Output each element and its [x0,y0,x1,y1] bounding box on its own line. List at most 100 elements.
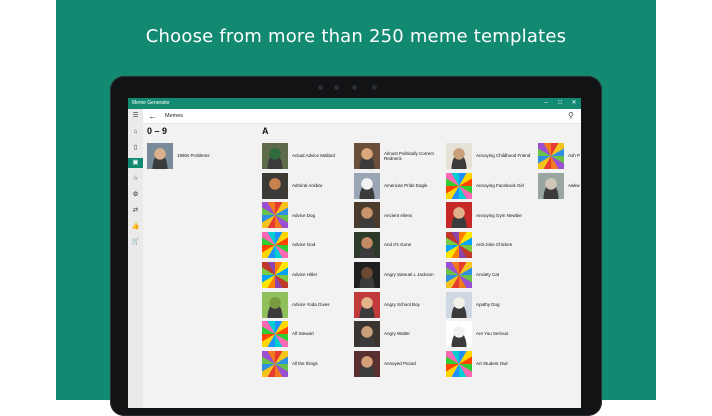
meme-name: Annoyed Picard [384,361,416,367]
meme-thumbnail [262,261,288,288]
meme-thumbnail [262,321,288,348]
meme-thumbnail [262,143,288,169]
meme-tile[interactable]: Admiral Ackbar [262,172,352,199]
meme-name: Almost Politically Correct Redneck [384,150,434,161]
meme-name: Advice Dog [292,212,316,218]
meme-thumbnail [354,143,380,169]
meme-thumbnail [262,291,288,318]
meme-name: Anxiety Cat [476,272,500,278]
meme-tile[interactable]: Anti-Joke Chicken [446,232,536,259]
meme-name: 1990s Problems [177,153,210,159]
meme-name: Annoying Facebook Girl [476,182,525,188]
section-heading-numeric: 0 – 9 [147,126,168,136]
meme-tile[interactable]: Advice Hitler [262,261,352,288]
meme-thumbnail [446,321,472,348]
window-title: Meme Generator [132,100,170,106]
meme-tile[interactable]: Awkw [538,172,581,199]
app-window: Meme Generator – □ ✕ ← Memes ⚲ ☰ ⌂ ▯ ▣ ☆ ⚙ ⇄ 👍 🛒… [128,98,581,408]
meme-thumbnail [354,350,380,377]
meme-tile[interactable]: Angry Samuel L Jackson [354,261,444,288]
camera-dot [318,85,323,90]
meme-tile[interactable]: Annoying Gym Newbie [446,202,536,229]
meme-name: American Pride Eagle [384,182,428,188]
meme-tile[interactable]: Advice Dog [262,202,352,229]
meme-tile[interactable]: Annoying Facebook Girl [446,172,536,199]
meme-thumbnail [354,232,380,259]
meme-thumbnail [262,350,288,377]
meme-thumbnail [262,172,288,199]
meme-thumbnail [446,350,472,377]
meme-name: Ash P [568,153,581,159]
meme-name: Actual Advice Mallard [292,153,336,159]
meme-tile[interactable]: Ash P [538,143,581,169]
meme-name: Anti-Joke Chicken [476,242,513,248]
meme-name: Angry School Boy [384,301,420,307]
bookmark-icon[interactable]: ▯ [128,143,143,153]
meme-grid: 0 – 9 A 1990s Problems Actual Advice Mall… [143,124,581,408]
meme-name: Alf Stewart [292,331,314,337]
meme-name: Are You Serious [476,331,509,337]
meme-name: And It's Gone [384,242,412,248]
meme-thumbnail [446,202,472,229]
hamburger-icon[interactable]: ☰ [128,111,143,121]
star-icon[interactable]: ☆ [128,174,143,184]
navigation-rail: ☰ ⌂ ▯ ▣ ☆ ⚙ ⇄ 👍 🛒 [128,109,143,408]
cart-icon[interactable]: 🛒 [128,237,143,247]
search-icon[interactable]: ⚲ [568,109,574,123]
meme-thumbnail [147,143,173,169]
meme-tile[interactable]: All the things [262,350,352,377]
meme-name: Admiral Ackbar [292,182,323,188]
meme-tile[interactable]: Annoying Childhood Friend [446,143,536,169]
meme-name: Advice Hitler [292,272,318,278]
meme-tile[interactable]: Art Student Owl [446,350,536,377]
meme-name: Angry Samuel L Jackson [384,272,434,278]
meme-tile[interactable]: Apathy Dog [446,291,536,318]
meme-thumbnail [262,202,288,229]
meme-thumbnail [538,172,564,199]
meme-tile[interactable]: Advice God [262,232,352,259]
minimize-button[interactable]: – [541,98,551,109]
meme-tile[interactable]: Actual Advice Mallard [262,143,352,169]
camera-dot [334,85,339,90]
meme-tile[interactable]: Anxiety Cat [446,261,536,288]
meme-thumbnail [446,291,472,318]
meme-name: Annoying Gym Newbie [476,212,522,218]
meme-tile[interactable]: Alf Stewart [262,321,352,348]
promo-headline: Choose from more than 250 meme templates [145,26,567,47]
meme-thumbnail [354,172,380,199]
meme-thumbnail [354,321,380,348]
transfer-icon[interactable]: ⇄ [128,206,143,216]
meme-name: Apathy Dog [476,301,500,307]
meme-tile[interactable]: Advice Yoda Gives [262,291,352,318]
thumbs-up-icon[interactable]: 👍 [128,222,143,232]
meme-name: Advice God [292,242,316,248]
meme-tile[interactable]: Angry Walter [354,321,444,348]
meme-name: Art Student Owl [476,361,508,367]
meme-name: Annoying Childhood Friend [476,153,531,159]
meme-name: All the things [292,361,318,367]
meme-tile[interactable]: American Pride Eagle [354,172,444,199]
gear-icon[interactable]: ⚙ [128,190,143,200]
meme-thumbnail [446,143,472,169]
meme-thumbnail [354,261,380,288]
meme-tile[interactable]: Angry School Boy [354,291,444,318]
meme-tile[interactable]: Almost Politically Correct Redneck [354,143,444,169]
meme-name: Angry Walter [384,331,410,337]
close-button[interactable]: ✕ [569,98,579,109]
home-icon[interactable]: ⌂ [128,127,143,137]
meme-tile[interactable]: 1990s Problems [147,143,237,169]
meme-name: Advice Yoda Gives [292,301,330,307]
meme-tile[interactable]: And It's Gone [354,232,444,259]
meme-thumbnail [538,143,564,169]
meme-thumbnail [446,261,472,288]
meme-tile[interactable]: Annoyed Picard [354,350,444,377]
app-header: ← Memes ⚲ [128,109,581,124]
meme-name: Awkw [568,182,580,188]
image-icon[interactable]: ▣ [128,158,143,169]
meme-tile[interactable]: Ancient Aliens [354,202,444,229]
maximize-button[interactable]: □ [555,98,565,109]
meme-thumbnail [354,291,380,318]
meme-tile[interactable]: Are You Serious [446,321,536,348]
meme-thumbnail [354,202,380,229]
back-arrow-icon[interactable]: ← [148,110,157,122]
